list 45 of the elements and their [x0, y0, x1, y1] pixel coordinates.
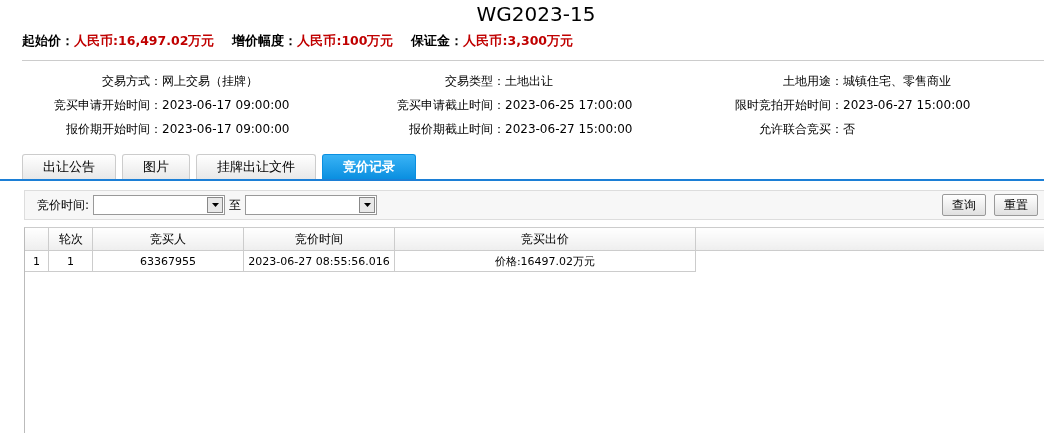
action-button[interactable]: 重置	[994, 194, 1038, 216]
action-button[interactable]: 查询	[942, 194, 986, 216]
field-label: 竞买申请开始时间：	[53, 97, 162, 114]
field-label: 土地用途：	[782, 73, 843, 90]
field-label: 报价期开始时间：	[65, 121, 162, 138]
field-value: 城镇住宅、零售商业	[843, 73, 951, 90]
tab[interactable]: 图片	[122, 154, 190, 179]
date-dropdown[interactable]	[245, 195, 378, 215]
table-cell: 2023-06-27 08:55:56.016	[243, 250, 395, 272]
page-title: WG2023-15	[475, 1, 597, 28]
field-label: 报价期截止时间：	[408, 121, 505, 138]
price-value: 人民币:3,300万元	[463, 33, 574, 48]
column-header: 竞价时间	[243, 228, 395, 251]
field-value: 2023-06-17 09:00:00	[162, 97, 290, 114]
field-value: 网上交易（挂牌）	[162, 73, 258, 90]
separator-text: 至	[229, 196, 242, 214]
price-label: 保证金：	[411, 33, 464, 48]
table-cell: 1	[48, 250, 93, 272]
field-value: 2023-06-27 15:00:00	[505, 121, 633, 138]
field-label: 交易类型：	[444, 73, 505, 90]
column-header: 轮次	[48, 228, 93, 251]
table-cell: 63367955	[92, 250, 244, 272]
tab[interactable]: 挂牌出让文件	[196, 154, 316, 179]
price-label: 增价幅度：	[232, 33, 298, 48]
field-label: 交易方式：	[101, 73, 162, 90]
field-label: 允许联合竞买：	[758, 121, 843, 138]
field-label: 限时竞拍开始时间：	[734, 97, 843, 114]
tab[interactable]: 出让公告	[22, 154, 116, 179]
column-header: 竞买出价	[394, 228, 696, 251]
price-value: 人民币:100万元	[297, 33, 394, 48]
field-label: 竞买申请截止时间：	[396, 97, 505, 114]
caret-icon	[359, 197, 376, 213]
filter-label: 竞价时间:	[37, 196, 90, 214]
caret-icon	[207, 197, 224, 213]
table-cell: 价格:16497.02万元	[394, 250, 696, 272]
field-value: 2023-06-27 15:00:00	[843, 97, 971, 114]
column-header: 竞买人	[92, 228, 244, 251]
field-value: 2023-06-25 17:00:00	[505, 97, 633, 114]
price-label: 起始价：	[22, 33, 74, 48]
row-number: 1	[25, 250, 49, 272]
field-value: 土地出让	[505, 73, 553, 90]
price-value: 人民币:16,497.02万元	[74, 33, 215, 48]
field-value: 2023-06-17 09:00:00	[162, 121, 290, 138]
field-value: 否	[843, 121, 855, 138]
date-dropdown[interactable]	[93, 195, 226, 215]
